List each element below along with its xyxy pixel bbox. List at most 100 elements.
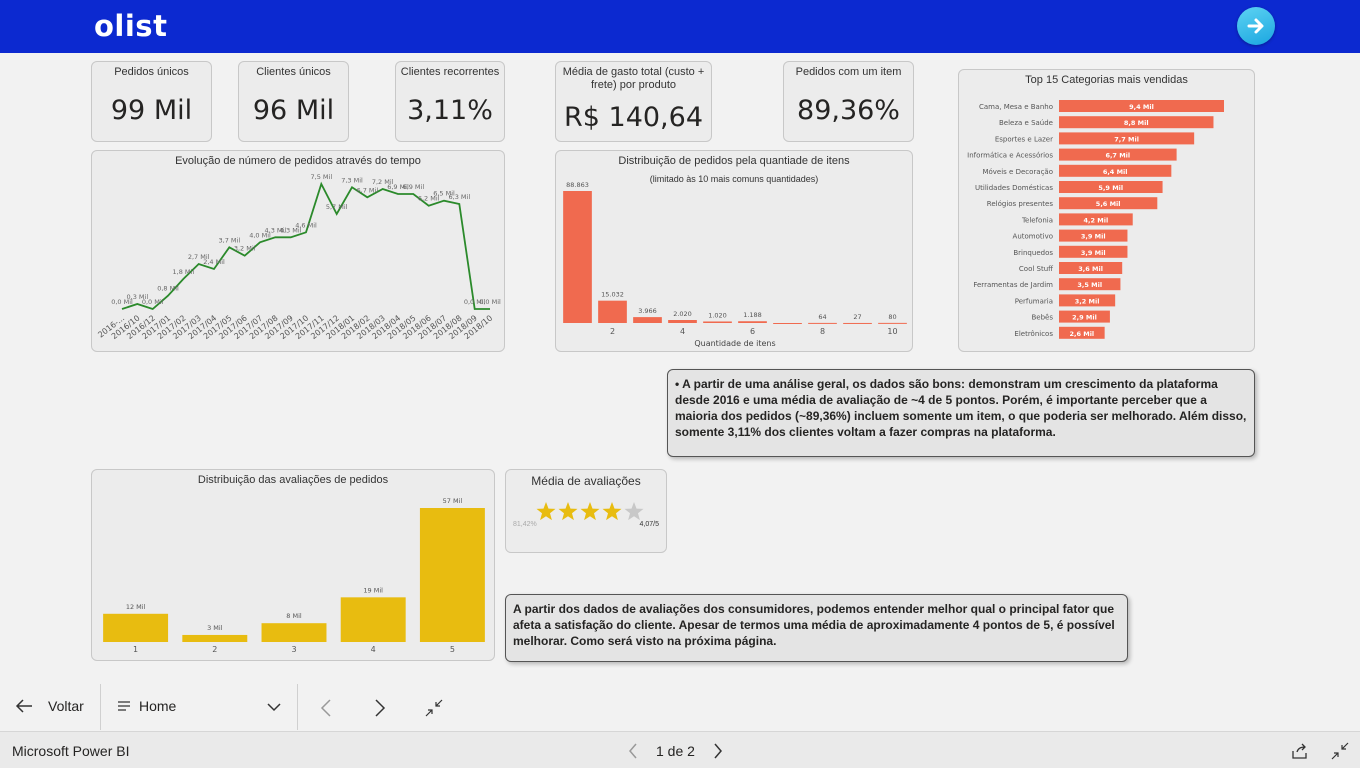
bar [668,319,697,323]
x-axis-label: Quantidade de itens [694,339,775,348]
avg-rating-value: 4,07/5 [639,521,659,528]
data-label: 6,7 Mil [357,186,379,194]
bar [563,191,592,323]
data-label: 5,6 Mil [1096,200,1121,208]
kpi-pedidos-um-item: Pedidos com um item 89,36% [783,61,914,142]
next-page-nav-button[interactable] [374,699,386,717]
category-label: Ferramentas de Jardim [973,281,1053,289]
data-label: 6,7 Mil [1105,152,1130,160]
data-label: 2.020 [673,310,692,318]
chevron-left-icon [320,699,331,717]
items-chart-card: Distribuição de pedidos pela quantiade d… [555,150,913,352]
x-tick-label: 10 [887,327,897,336]
category-label: Perfumaria [1015,297,1053,305]
data-label: 9,4 Mil [1129,103,1154,111]
data-label: 8 Mil [286,612,302,620]
share-icon[interactable] [1291,742,1309,760]
bar [340,597,406,642]
data-label: 5,9 Mil [1098,184,1123,192]
kpi-label: Pedidos únicos [114,66,189,78]
page-indicator: 1 de 2 [656,743,695,759]
kpi-label: Clientes únicos [256,66,331,78]
category-label: Brinquedos [1013,249,1053,257]
x-tick-label: 4 [680,327,685,336]
line-chart-card: Evolução de número de pedidos através do… [91,150,505,352]
data-label: 3,9 Mil [1081,249,1106,257]
x-tick-label: 2 [212,645,217,654]
rating-stars [536,502,644,521]
divider [100,684,101,730]
data-label: 19 Mil [363,586,383,594]
prev-page-button[interactable] [320,699,332,717]
chevron-left-icon[interactable] [628,743,638,759]
avg-rating-card: Média de avaliações 81,42% 4,07/5 [505,469,667,553]
data-label: 3,2 Mil [1075,297,1100,305]
status-bar: Microsoft Power BI 1 de 2 [0,731,1360,768]
star-filled-icon [580,502,600,521]
x-tick-label: 8 [820,327,825,336]
data-label: 3,7 Mil [219,236,241,244]
back-label: Voltar [48,698,84,714]
bar [633,317,662,323]
avg-rating-percent: 81,42% [513,521,537,528]
category-label: Relógios presentes [987,200,1054,208]
bar [598,300,627,323]
data-label: 3,5 Mil [1077,281,1102,289]
kpi-value: 99 Mil [110,95,193,126]
ratings-chart-card: Distribuição das avaliações de pedidos 1… [91,469,495,661]
arrow-right-icon [1247,18,1264,34]
x-tick-label: 6 [750,327,755,336]
header-bar: olist [0,0,1360,53]
category-bar-chart: Cama, Mesa e Banho 9,4 Mil Beleza e Saúde 8… [967,100,1224,339]
data-label: 3 Mil [207,624,223,632]
bar [103,613,169,642]
category-chart-card: Top 15 Categorias mais vendidas Cama, Me… [958,69,1255,352]
page-select[interactable]: Home [117,698,285,714]
data-label: 4,2 Mil [1084,216,1109,224]
data-label: 3.966 [638,307,657,315]
category-label: Cama, Mesa e Banho [979,103,1053,111]
bar [703,321,732,323]
data-label: 7,7 Mil [1114,135,1139,143]
page-navigation: Voltar Home [0,684,1360,731]
data-label: 1,8 Mil [173,268,195,276]
data-label: 6,9 Mil [403,183,425,191]
data-label: 8,8 Mil [1124,119,1149,127]
category-label: Beleza e Saúde [999,119,1053,127]
page-select-value: Home [139,698,177,714]
kpi-clientes-recorrentes: Clientes recorrentes 3,11% [395,61,505,142]
back-button[interactable]: Voltar [14,698,84,714]
analysis-note: • A partir de uma análise geral, os dado… [667,369,1255,457]
collapse-button[interactable] [425,699,443,717]
bar [261,623,327,642]
category-label: Telefonia [1021,216,1053,224]
star-empty-icon [624,502,644,521]
items-bar-chart: 88.863 15.032 2 3.966 2.020 4 1.020 1.188 6 64 8 27… [563,181,907,348]
x-tick-label: 3 [291,645,296,654]
x-tick-label: 4 [371,645,376,654]
kpi-value: 3,11% [407,95,493,126]
bar [738,321,767,323]
data-label: 7,3 Mil [341,176,363,184]
kpi-label: Pedidos com um item [795,66,902,78]
chevron-right-icon[interactable] [713,743,723,759]
data-label: 2,9 Mil [1072,314,1097,322]
kpi-label: Clientes recorrentes [400,66,500,78]
data-label: 3,6 Mil [1078,265,1103,273]
star-filled-icon [536,502,556,521]
data-label: 80 [888,313,896,321]
category-label: Esportes e Lazer [995,135,1053,143]
kpi-value: 89,36% [797,95,900,126]
next-page-button[interactable] [1237,7,1275,45]
data-label: 88.863 [566,181,589,189]
data-label: 2,6 Mil [1069,330,1094,338]
category-label: Bebês [1031,314,1053,322]
data-label: 6,4 Mil [1103,168,1128,176]
x-tick-label: 5 [450,645,455,654]
olist-logo: olist [94,9,168,43]
data-label: 15.032 [601,291,624,299]
exit-fullscreen-icon[interactable] [1331,742,1349,760]
divider [297,684,298,730]
category-label: Utilidades Domésticas [975,184,1053,192]
category-label: Informática e Acessórios [967,152,1053,160]
